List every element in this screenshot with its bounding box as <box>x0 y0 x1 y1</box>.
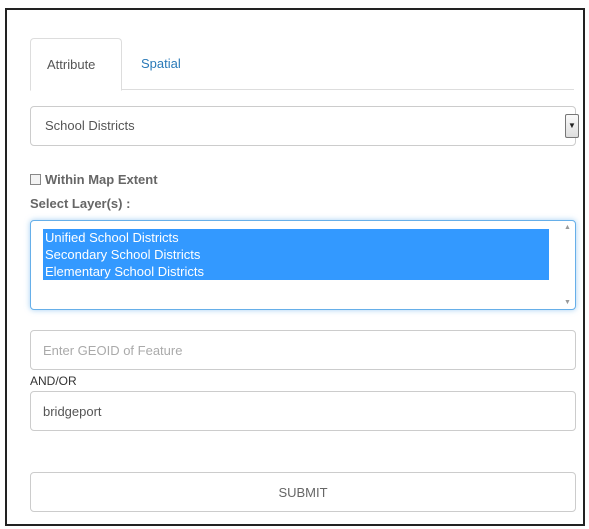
within-map-extent-row: Within Map Extent <box>30 171 158 187</box>
within-map-extent-checkbox[interactable] <box>30 173 41 185</box>
layers-options: Unified School Districts Secondary Schoo… <box>43 229 549 280</box>
dropdown-arrow-icon[interactable]: ▼ <box>565 114 579 138</box>
name-search-input[interactable] <box>30 391 576 431</box>
layer-type-select[interactable]: School Districts ▼ <box>30 106 579 146</box>
geoid-input[interactable] <box>30 330 576 370</box>
scroll-down-icon[interactable]: ▼ <box>562 299 573 306</box>
tab-spatial[interactable]: Spatial <box>125 38 197 91</box>
layer-option[interactable]: Unified School Districts <box>43 229 549 246</box>
scroll-up-icon[interactable]: ▲ <box>562 224 573 231</box>
layers-listbox[interactable]: Unified School Districts Secondary Schoo… <box>30 220 576 310</box>
tab-bar: Attribute Spatial <box>30 38 574 91</box>
layer-type-selected-value: School Districts <box>45 118 135 133</box>
listbox-scrollbar[interactable]: ▲ ▼ <box>562 224 573 306</box>
andor-label: AND/OR <box>30 374 77 388</box>
tab-attribute[interactable]: Attribute <box>30 38 122 91</box>
layer-option[interactable]: Secondary School Districts <box>43 246 549 263</box>
search-panel: Attribute Spatial School Districts ▼ Wit… <box>5 8 585 526</box>
submit-button[interactable]: SUBMIT <box>30 472 576 512</box>
select-layers-label: Select Layer(s) : <box>30 196 131 211</box>
within-map-extent-label[interactable]: Within Map Extent <box>45 172 158 187</box>
layer-option[interactable]: Elementary School Districts <box>43 263 549 280</box>
